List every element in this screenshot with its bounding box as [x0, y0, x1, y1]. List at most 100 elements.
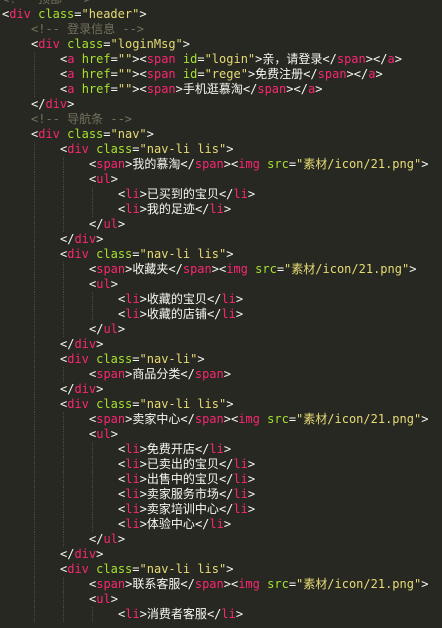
code-token: 卖家中心 [132, 412, 181, 426]
indent-guide [92, 292, 93, 307]
code-line: <!-- 导航条 --> [31, 112, 132, 127]
code-token: li [233, 502, 248, 516]
code-token: id [182, 67, 198, 81]
code-line: <span>商品分类</span> [89, 367, 231, 382]
code-line: </div> [60, 337, 103, 352]
code-token: > [315, 82, 323, 96]
code-token: = [110, 82, 118, 96]
code-token: span [317, 67, 347, 81]
code-token: div [9, 7, 31, 21]
code-token: "nav" [110, 127, 147, 141]
code-token: li [125, 607, 140, 621]
code-line: <ul> [89, 277, 118, 292]
code-token: > [139, 187, 147, 201]
indent-guide [34, 52, 35, 67]
code-line: <span>联系客服</span><img src="素材/icon/21.pn… [89, 577, 428, 592]
code-token: "nav-li" [139, 352, 198, 366]
code-token: > [421, 412, 429, 426]
code-token: = [74, 7, 82, 21]
code-token: div [38, 127, 60, 141]
code-token: ></ [286, 82, 308, 96]
code-token: </ [206, 307, 222, 321]
code-token: li [221, 607, 236, 621]
indent-guide [34, 187, 35, 202]
code-token: ul [103, 322, 118, 336]
indent-guide [63, 217, 64, 232]
code-token: </ [194, 442, 210, 456]
code-token: id [182, 52, 198, 66]
indent-guide [63, 322, 64, 337]
code-line: <a href=""><span>手机逛慕淘</span></a> [60, 82, 322, 97]
code-editor[interactable]: <!-- 顶部 --><div class="header"><!-- 登录信息… [0, 0, 442, 628]
indent-guide [34, 517, 35, 532]
code-token: class [96, 247, 133, 261]
code-token: </ [89, 322, 104, 336]
code-token: li [125, 487, 140, 501]
code-token: li [125, 442, 140, 456]
code-line: </ul> [89, 217, 125, 232]
indent-guide [34, 157, 35, 172]
code-line: <li>卖家服务市场</li> [118, 487, 255, 502]
code-token: > [139, 487, 147, 501]
code-token: li [125, 307, 140, 321]
code-token: </ [218, 457, 234, 471]
code-token: 手机逛慕淘 [182, 82, 243, 96]
indent-guide [34, 322, 35, 337]
code-token: img [238, 157, 260, 171]
code-token: ul [103, 532, 118, 546]
code-token: span [146, 67, 176, 81]
code-token: </ [180, 367, 195, 381]
code-line: <div class="header"> [2, 7, 147, 22]
code-token: src [267, 157, 289, 171]
code-token: class [67, 127, 104, 141]
code-token: <!-- 登录信息 --> [31, 22, 145, 36]
code-token: </ [206, 607, 222, 621]
indent-guide [34, 457, 35, 472]
code-token: </ [206, 292, 222, 306]
code-token: > [235, 292, 244, 306]
indent-guide [34, 412, 35, 427]
code-token: span [194, 412, 224, 426]
code-token: "nav-li lis" [139, 562, 227, 576]
code-token: 联系客服 [132, 577, 181, 591]
indent-guide [34, 562, 35, 577]
code-token: span [96, 367, 126, 381]
code-line: <div class="nav"> [31, 127, 154, 142]
code-token: 已买到的宝贝 [146, 187, 219, 201]
code-token: 收藏夹 [132, 262, 169, 276]
code-token: class [96, 352, 133, 366]
code-token: "" [117, 82, 133, 96]
code-token: </ [60, 382, 75, 396]
code-token: > [394, 52, 402, 66]
code-token: class [96, 397, 133, 411]
indent-guide [34, 382, 35, 397]
indent-guide [63, 532, 64, 547]
code-token: href [81, 52, 111, 66]
code-token: > [139, 442, 147, 456]
code-token: > [247, 487, 256, 501]
indent-guide [34, 607, 35, 622]
code-token: </ [168, 262, 183, 276]
code-token: "loginMsg" [110, 37, 183, 51]
code-token: li [209, 442, 224, 456]
indent-guide [92, 457, 93, 472]
code-token: class [96, 562, 133, 576]
code-token: > [247, 502, 256, 516]
code-token: </ [218, 502, 234, 516]
code-token: = [288, 412, 297, 426]
code-token: span [96, 577, 126, 591]
code-line: <li>体验中心</li> [118, 517, 231, 532]
code-token: li [209, 517, 224, 531]
code-token: li [125, 472, 140, 486]
code-token: = [132, 562, 140, 576]
code-token: > [175, 82, 183, 96]
code-line: </div> [60, 547, 103, 562]
code-line: <div class="nav-li lis"> [60, 142, 233, 157]
code-token: li [233, 187, 248, 201]
code-token: > [139, 7, 147, 21]
code-token: = [132, 142, 140, 156]
code-token: = [288, 157, 297, 171]
